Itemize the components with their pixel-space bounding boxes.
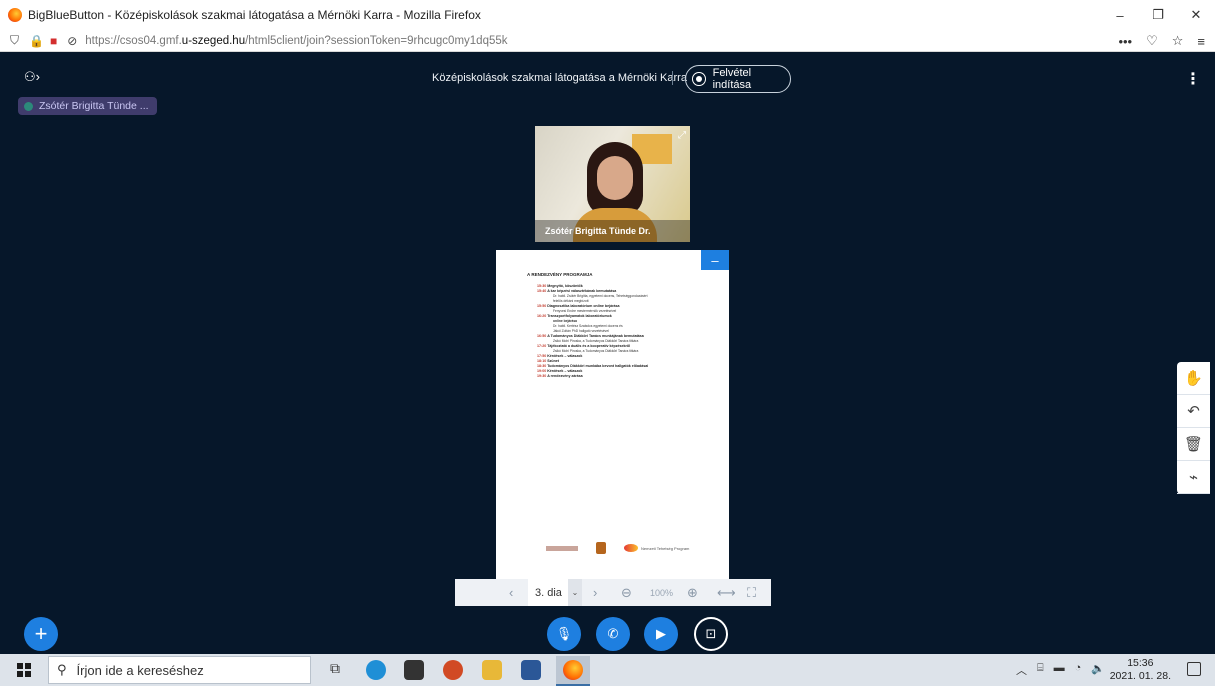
chevron-down-icon: ⌄ [568,579,582,606]
slide-select[interactable]: 3. dia ⌄ [528,579,582,606]
presentation-toolbar: ‹ 3. dia ⌄ › ⊖ 100% ⊕ ⟷ ⛶ [455,579,771,606]
sponsor-logos: Nemzeti Tehetség Program [546,542,689,554]
url-prefix: https://csos04.gmf. [85,34,182,47]
autoplay-blocked-icon[interactable]: ⊘ [67,34,77,48]
webcam-video[interactable]: ⤢ Zsótér Brigitta Tünde Dr. [535,126,690,242]
current-slide-label: 3. dia [535,586,562,599]
window-titlebar: BigBlueButton - Középiskolások szakmai l… [0,0,1215,30]
header-separator [672,71,673,85]
clock-date: 2021. 01. 28. [1109,670,1171,682]
windows-start-icon[interactable] [17,663,31,677]
webcam-user-name: Zsótér Brigitta Tünde Dr. [535,220,690,242]
bbb-app: ⚇› Középiskolások szakmai látogatása a M… [0,53,1215,653]
fullscreen-icon[interactable]: ⛶ [747,585,756,601]
screen-share-button[interactable]: ⊡ [694,617,728,651]
file-explorer-icon[interactable] [482,660,502,680]
firefox-logo-icon [8,8,22,22]
show-hidden-icons-icon[interactable]: ︿ [1016,662,1027,678]
shield-icon[interactable]: ⛉ [10,33,19,48]
lock-icon[interactable]: 🔒 [29,34,44,48]
tray-app-icon[interactable]: ⌸ [1037,662,1044,678]
notification-center-icon[interactable] [1187,662,1201,676]
record-label: Felvétel indítása [712,67,752,91]
record-button[interactable]: Felvétel indítása [685,65,791,93]
fit-width-icon[interactable]: ⟷ [717,585,736,601]
camera-button[interactable]: ▶ [644,617,678,651]
program-item: 19:30 A rendezvény zárása [537,374,583,378]
edge-icon[interactable] [366,660,386,680]
volume-icon[interactable]: 🔈 [1091,662,1105,678]
hand-tool-icon[interactable]: ✋ [1177,362,1210,395]
address-bar: ⛉ 🔒 ■ ⊘ https://csos04.gmf.u-szeged.hu/h… [0,30,1215,52]
record-icon [692,72,706,86]
coat-of-arms-logo [596,542,606,554]
undo-icon[interactable]: ↶ [1177,395,1210,428]
zoom-level: 100% [650,587,674,598]
windows-taskbar: ⚲ Írjon ide a kereséshez ⧉ ︿ ⌸ ▬ ◔ 🔈 15:… [0,654,1215,686]
options-menu-icon[interactable]: ⋮ [1185,69,1201,89]
url-domain: u-szeged.hu [181,34,246,47]
word-icon[interactable] [521,660,541,680]
taskbar-search-input[interactable]: ⚲ Írjon ide a kereséshez [48,656,311,684]
firefox-taskbar-active[interactable] [556,656,590,686]
talker-name: Zsótér Brigitta Tünde ... [39,100,149,112]
talent-program-logo: Nemzeti Tehetség Program [624,544,689,552]
whiteboard-toolbar: ✋ ↶ 🗑 ⌁ [1177,362,1210,494]
url-field[interactable]: https://csos04.gmf.u-szeged.hu/html5clie… [85,35,507,47]
taskbar-clock[interactable]: 15:36 2021. 01. 28. [1110,657,1171,683]
search-icon: ⚲ [57,662,67,677]
meeting-title: Középiskolások szakmai látogatása a Mérn… [432,72,687,84]
previous-slide-icon[interactable]: ‹ [509,585,513,600]
wifi-icon[interactable]: ◔ [1075,662,1082,678]
zoom-out-icon[interactable]: ⊖ [621,585,632,601]
hamburger-menu-icon[interactable]: ≡ [1197,34,1205,49]
window-title: BigBlueButton - Középiskolások szakmai l… [28,8,481,22]
clock-time: 15:36 [1127,657,1154,669]
system-tray: ︿ ⌸ ▬ ◔ 🔈 [1016,662,1105,678]
window-controls: – ❐ ✕ [1101,0,1215,30]
minimize-presentation-button[interactable]: – [701,250,729,270]
close-button[interactable]: ✕ [1177,0,1215,30]
minimize-button[interactable]: – [1101,0,1139,30]
battery-icon[interactable]: ▬ [1054,662,1065,678]
program-list: 15:30 Megnyitó, köszöntők 15:40 A kar ké… [537,284,707,379]
slide-title: A RENDEZVÉNY PROGRAMJA [527,272,593,277]
page-actions-icon[interactable]: ••• [1118,34,1132,49]
microphone-button[interactable]: 🎙 [547,617,581,651]
task-view-icon[interactable]: ⧉ [330,660,350,680]
fullscreen-icon[interactable]: ⤢ [678,130,686,141]
restore-button[interactable]: ❐ [1139,0,1177,30]
powerpoint-icon[interactable] [443,660,463,680]
phone-button[interactable]: ✆ [596,617,630,651]
zoom-in-icon[interactable]: ⊕ [687,585,698,601]
bookmark-star-icon[interactable]: ☆ [1172,33,1184,49]
pocket-icon[interactable]: ♡ [1146,33,1158,49]
url-suffix: /html5client/join?sessionToken=9rhcugc0m… [245,34,508,47]
firefox-icon [563,660,583,680]
talker-avatar-dot [24,101,33,111]
university-logo [546,545,578,551]
next-slide-icon[interactable]: › [593,585,597,600]
search-placeholder: Írjon ide a kereséshez [76,662,204,678]
trash-icon[interactable]: 🗑 [1177,428,1210,461]
multi-user-icon[interactable]: ⌁ [1177,461,1210,494]
camera-permission-icon[interactable]: ■ [50,34,57,48]
store-icon[interactable] [404,660,424,680]
talking-indicator[interactable]: Zsótér Brigitta Tünde ... [18,97,157,115]
user-list-toggle-icon[interactable]: ⚇› [24,69,40,85]
person-face [597,156,633,200]
presentation-slide[interactable]: – A RENDEZVÉNY PROGRAMJA 15:30 Megnyitó,… [496,250,729,580]
actions-plus-button[interactable]: + [24,617,58,651]
